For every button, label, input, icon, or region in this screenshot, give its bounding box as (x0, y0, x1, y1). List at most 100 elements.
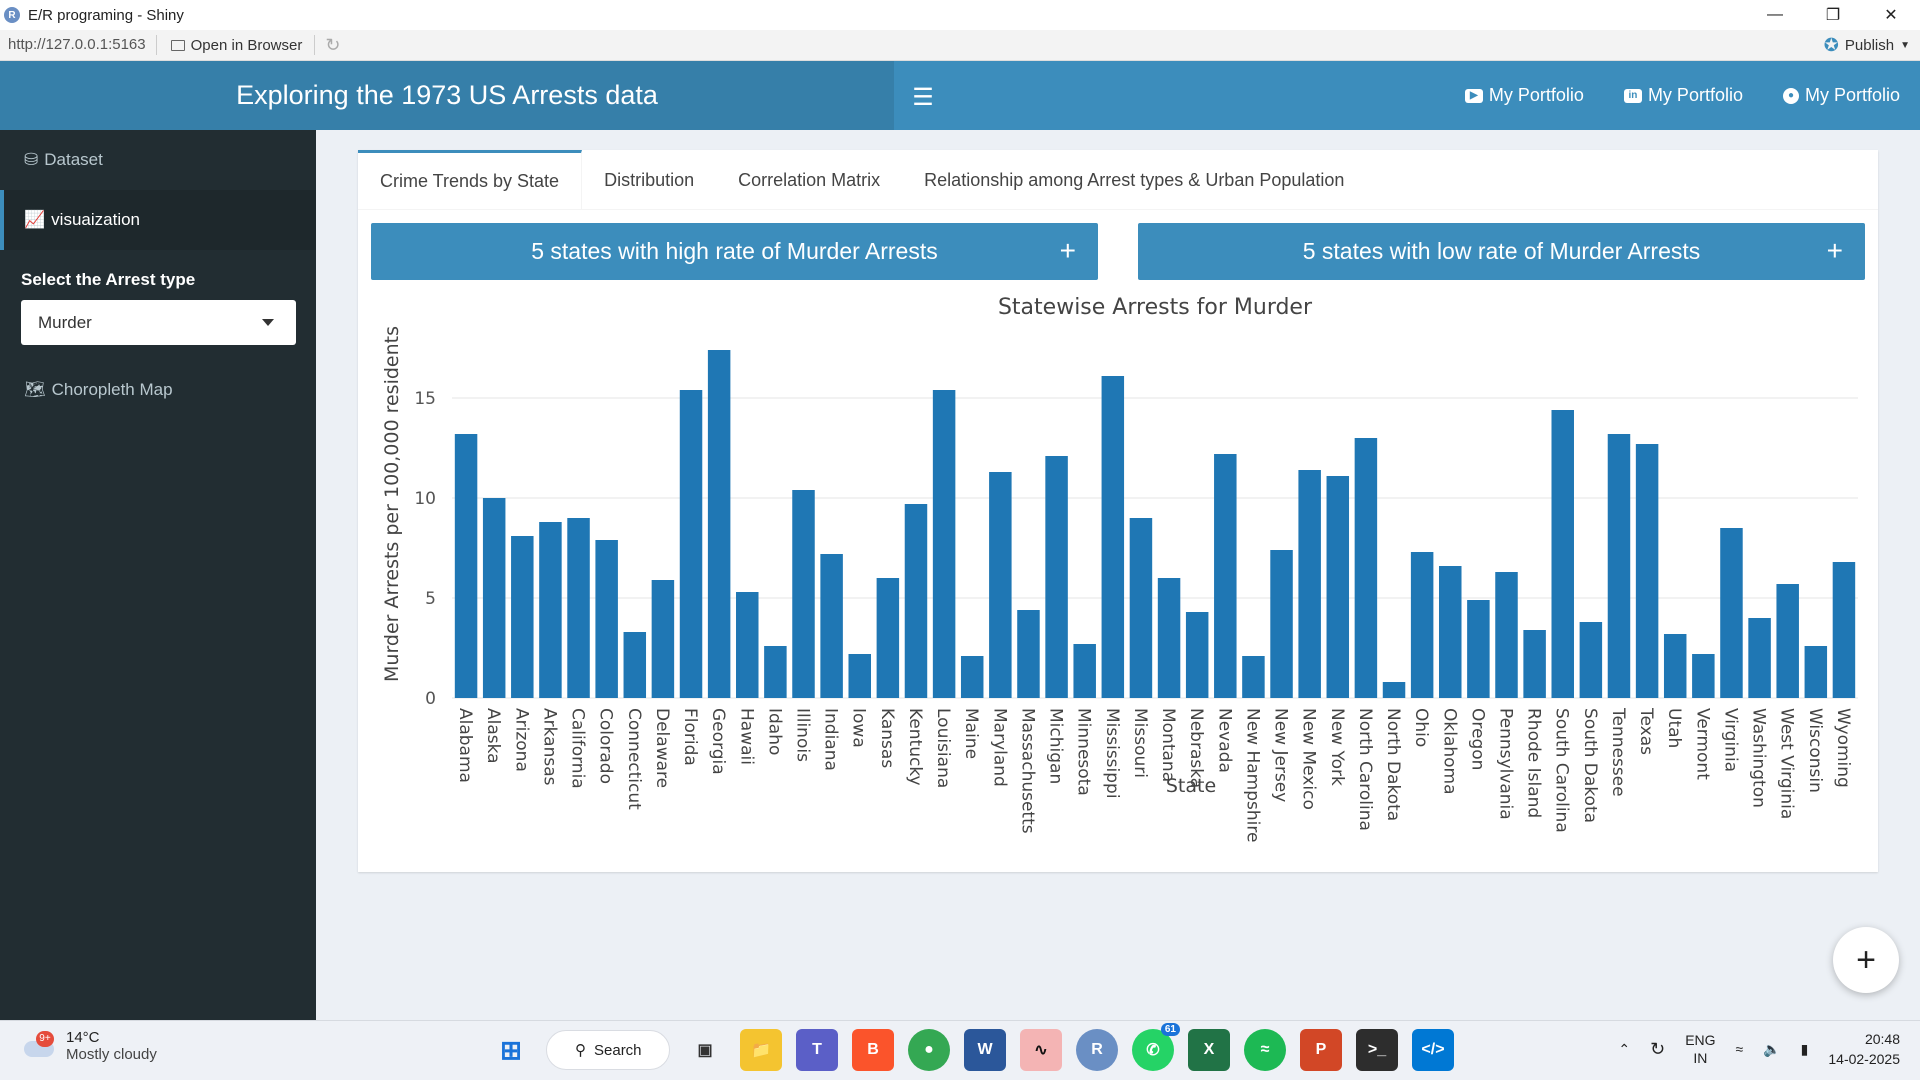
minimize-icon[interactable]: — (1746, 0, 1804, 30)
youtube-portfolio-link[interactable]: ▶ My Portfolio (1464, 85, 1584, 106)
low-murder-states-box[interactable]: 5 states with low rate of Murder Arrests… (1138, 223, 1865, 280)
expand-plus-icon[interactable]: + (1060, 235, 1076, 267)
taskbar-search[interactable]: ⚲ Search (546, 1030, 670, 1070)
floating-add-button[interactable]: + (1833, 927, 1899, 993)
bar (1579, 622, 1603, 698)
x-tick-label: North Carolina (1355, 708, 1375, 831)
taskbar: 9+ 14°C Mostly cloudy ⊞ ⚲ Search ▣ 📁 T B… (0, 1020, 1920, 1080)
r-icon[interactable]: R (1076, 1029, 1118, 1071)
sidebar-toggle-icon[interactable]: ☰ (908, 83, 938, 112)
bar (1073, 644, 1096, 698)
teams-icon[interactable]: T (796, 1029, 838, 1071)
tab-crime-trends[interactable]: Crime Trends by State (358, 150, 583, 210)
open-in-browser-button[interactable]: Open in Browser (157, 35, 316, 55)
publish-button[interactable]: ✪ Publish ▼ (1824, 35, 1910, 56)
bar (1242, 656, 1265, 698)
x-tick-label: Arizona (511, 708, 531, 772)
clock[interactable]: 20:48 14-02-2025 (1828, 1029, 1900, 1069)
terminal-icon[interactable]: >_ (1356, 1029, 1398, 1071)
bar (679, 390, 703, 698)
chevron-up-icon[interactable]: ⌃ (1618, 1041, 1630, 1058)
chevron-down-icon (262, 319, 274, 326)
sidebar-item-label: Choropleth Map (51, 380, 173, 399)
bar (1439, 566, 1462, 698)
task-view-icon[interactable]: ▣ (684, 1029, 726, 1071)
windows-start-icon[interactable]: ⊞ (490, 1029, 532, 1071)
close-icon[interactable]: ✕ (1862, 0, 1920, 30)
map-icon: 🗺 (24, 380, 46, 399)
database-icon: ⛁ (24, 150, 39, 169)
url-text[interactable]: http://127.0.0.1:5163 (0, 35, 157, 55)
x-tick-label: Tennessee (1608, 707, 1628, 797)
powerpoint-icon[interactable]: P (1300, 1029, 1342, 1071)
youtube-icon: ▶ (1464, 88, 1483, 103)
x-tick-label: Montana (1158, 708, 1178, 782)
bar (1523, 630, 1546, 698)
x-tick-label: Indiana (821, 708, 841, 771)
line-chart-icon: 📈 (24, 210, 46, 229)
sidebar-item-dataset[interactable]: ⛁ Dataset (0, 130, 316, 190)
linkedin-portfolio-link[interactable]: in My Portfolio (1623, 85, 1743, 106)
refresh-icon[interactable]: ↻ (315, 35, 350, 56)
x-tick-label: New Mexico (1299, 708, 1319, 810)
x-tick-label: Ohio (1411, 708, 1431, 747)
weather-widget[interactable]: 9+ 14°C Mostly cloudy (22, 1029, 157, 1063)
arrest-type-select[interactable]: Murder (21, 300, 296, 345)
x-tick-label: Iowa (849, 708, 869, 748)
bar (1298, 470, 1321, 698)
word-icon[interactable]: W (964, 1029, 1006, 1071)
x-tick-label: North Dakota (1383, 708, 1403, 821)
restore-icon[interactable]: ❐ (1804, 0, 1862, 30)
bar (1776, 584, 1799, 698)
github-icon: ● (1782, 87, 1799, 104)
brave-icon[interactable]: B (852, 1029, 894, 1071)
tab-correlation-matrix[interactable]: Correlation Matrix (716, 150, 902, 210)
expand-plus-icon[interactable]: + (1827, 235, 1843, 267)
waves-icon[interactable]: ∿ (1020, 1029, 1062, 1071)
x-tick-label: Oregon (1467, 708, 1487, 770)
tab-distribution[interactable]: Distribution (582, 150, 716, 210)
tab-bar: Crime Trends by State Distribution Corre… (358, 150, 1878, 210)
vscode-icon[interactable]: </> (1412, 1029, 1454, 1071)
system-tray: ⌃ ↻ ENG IN ≈ 🔈 ▮ 20:48 14-02-2025 (1618, 1029, 1900, 1069)
high-murder-states-box[interactable]: 5 states with high rate of Murder Arrest… (371, 223, 1098, 280)
bar (820, 554, 843, 698)
x-tick-label: Minnesota (1074, 708, 1094, 796)
battery-icon[interactable]: ▮ (1801, 1041, 1809, 1058)
sidebar-item-visualization[interactable]: 📈 visuaization (0, 190, 316, 250)
x-tick-label: South Carolina (1552, 708, 1572, 833)
sync-icon[interactable]: ↻ (1650, 1039, 1665, 1060)
github-portfolio-label: My Portfolio (1804, 85, 1900, 105)
window-controls: — ❐ ✕ (1746, 0, 1920, 30)
open-in-browser-label: Open in Browser (190, 36, 303, 54)
spotify-icon[interactable]: ≈ (1244, 1029, 1286, 1071)
x-tick-label: Wisconsin (1805, 708, 1825, 793)
x-tick-label: Hawaii (736, 708, 756, 765)
language-indicator[interactable]: ENG IN (1685, 1031, 1715, 1067)
volume-icon[interactable]: 🔈 (1763, 1041, 1780, 1058)
sidebar-item-choropleth-map[interactable]: 🗺 Choropleth Map (0, 345, 316, 405)
github-portfolio-link[interactable]: ● My Portfolio (1782, 85, 1900, 106)
bar (1017, 610, 1040, 698)
x-tick-label: Alabama (455, 708, 475, 783)
whatsapp-icon[interactable]: ✆ 61 (1132, 1023, 1180, 1071)
taskbar-apps: ⊞ ⚲ Search ▣ 📁 T B ● W ∿ R ✆ 61 X ≈ P >_… (490, 1023, 1454, 1071)
tab-relationship[interactable]: Relationship among Arrest types & Urban … (902, 150, 1366, 210)
bar (623, 632, 647, 698)
clock-date: 14-02-2025 (1828, 1051, 1900, 1067)
bar (848, 654, 871, 698)
x-tick-label: New Jersey (1271, 708, 1291, 802)
bar (764, 646, 787, 698)
chrome-icon[interactable]: ● (908, 1029, 950, 1071)
cloudy-weather-icon: 9+ (22, 1031, 56, 1061)
file-explorer-icon[interactable]: 📁 (740, 1029, 782, 1071)
x-tick-label: South Dakota (1580, 708, 1600, 823)
app-header: Exploring the 1973 US Arrests data ☰ ▶ M… (0, 61, 1920, 130)
bar (989, 472, 1012, 698)
high-box-title: 5 states with high rate of Murder Arrest… (531, 238, 938, 264)
bar (932, 390, 956, 698)
excel-icon[interactable]: X (1188, 1029, 1230, 1071)
wifi-icon[interactable]: ≈ (1736, 1041, 1744, 1057)
youtube-portfolio-label: My Portfolio (1488, 85, 1584, 105)
chevron-down-icon: ▼ (1900, 39, 1910, 51)
